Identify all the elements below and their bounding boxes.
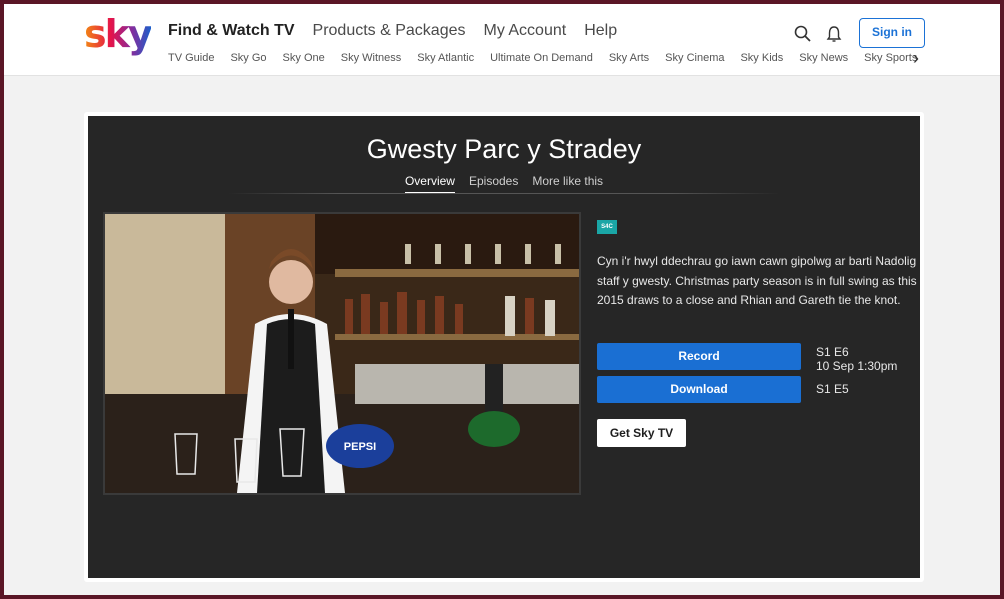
nav-help[interactable]: Help <box>584 22 617 40</box>
record-time: 10 Sep 1:30pm <box>816 359 898 373</box>
programme-description: Cyn i'r hwyl ddechrau go iawn cawn gipol… <box>597 254 917 307</box>
tab-more-like-this[interactable]: More like this <box>532 174 603 194</box>
nav-my-account[interactable]: My Account <box>483 22 566 40</box>
record-button[interactable]: Record <box>597 343 801 370</box>
bell-icon[interactable] <box>824 24 844 44</box>
sky-logo[interactable]: sky <box>84 12 153 56</box>
subnav-sky-witness[interactable]: Sky Witness <box>341 52 402 64</box>
get-sky-tv-button[interactable]: Get Sky TV <box>597 419 686 447</box>
search-icon[interactable] <box>793 24 813 44</box>
record-info: S1 E6 10 Sep 1:30pm <box>816 345 897 373</box>
download-button[interactable]: Download <box>597 376 801 403</box>
site-header: sky Find & Watch TV Products & Packages … <box>4 4 1000 76</box>
tab-overview[interactable]: Overview <box>404 174 455 194</box>
download-episode: S1 E5 <box>816 382 849 396</box>
tabs-divider <box>228 193 780 194</box>
subnav-sky-cinema[interactable]: Sky Cinema <box>665 52 724 64</box>
tab-episodes[interactable]: Episodes <box>469 174 518 194</box>
nav-products-packages[interactable]: Products & Packages <box>313 22 466 40</box>
subnav-sky-sports[interactable]: Sky Sports <box>864 52 917 64</box>
programme-title: Gwesty Parc y Stradey <box>366 134 642 164</box>
programme-tabs: Overview Episodes More like this <box>88 174 920 194</box>
main-nav: Find & Watch TV Products & Packages My A… <box>168 22 617 40</box>
subnav-sky-arts[interactable]: Sky Arts <box>609 52 649 64</box>
subnav-sky-go[interactable]: Sky Go <box>230 52 266 64</box>
programme-panel: Gwesty Parc y Stradey Overview Episodes … <box>88 116 920 578</box>
channel-logo: S4C <box>597 220 617 234</box>
svg-text:PEPSI: PEPSI <box>344 441 376 453</box>
browser-frame: sky Find & Watch TV Products & Packages … <box>4 4 1000 595</box>
sign-in-button[interactable]: Sign in <box>859 18 925 48</box>
subnav-sky-atlantic[interactable]: Sky Atlantic <box>417 52 474 64</box>
subnav-sky-one[interactable]: Sky One <box>283 52 325 64</box>
nav-find-watch-tv[interactable]: Find & Watch TV <box>168 22 295 40</box>
sub-nav: TV Guide Sky Go Sky One Sky Witness Sky … <box>168 52 917 64</box>
subnav-sky-news[interactable]: Sky News <box>799 52 848 64</box>
record-episode: S1 E6 <box>816 345 849 359</box>
subnav-tv-guide[interactable]: TV Guide <box>168 52 214 64</box>
programme-card: Gwesty Parc y Stradey Overview Episodes … <box>84 112 924 582</box>
programme-image[interactable]: PEPSI <box>103 212 581 495</box>
chevron-right-icon[interactable]: › <box>913 48 919 69</box>
subnav-ultimate-on-demand[interactable]: Ultimate On Demand <box>490 52 593 64</box>
subnav-sky-kids[interactable]: Sky Kids <box>740 52 783 64</box>
